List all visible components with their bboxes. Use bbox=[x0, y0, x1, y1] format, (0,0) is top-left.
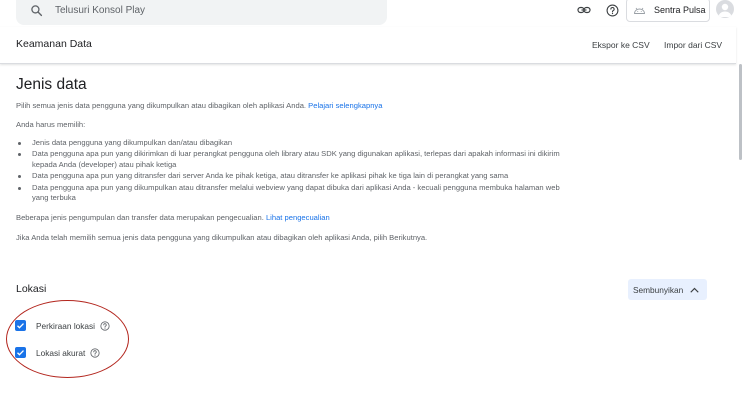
export-csv-button[interactable]: Ekspor ke CSV bbox=[592, 40, 650, 50]
intro-text: Pilih semua jenis data pengguna yang dik… bbox=[16, 101, 307, 110]
search-input[interactable]: Telusuri Konsol Play bbox=[55, 5, 145, 16]
chevron-up-icon bbox=[690, 287, 699, 293]
page-header: Keamanan Data Ekspor ke CSV Impor dari C… bbox=[0, 27, 736, 64]
help-icon[interactable] bbox=[605, 3, 619, 17]
hide-button-label: Sembunyikan bbox=[633, 284, 684, 295]
search-icon bbox=[31, 5, 43, 17]
main-content: Jenis data Pilih semua jenis data penggu… bbox=[16, 76, 576, 243]
link-icon[interactable] bbox=[577, 3, 591, 17]
next-instructions: Jika Anda telah memilih semua jenis data… bbox=[16, 233, 428, 243]
list-item: Data pengguna apa pun yang ditransfer da… bbox=[16, 171, 564, 181]
requirements-list: Jenis data pengguna yang dikumpulkan dan… bbox=[16, 138, 576, 203]
intro-paragraph: Pilih semua jenis data pengguna yang dik… bbox=[16, 100, 576, 111]
hide-section-button[interactable]: Sembunyikan bbox=[628, 279, 707, 300]
exceptions-text: Beberapa jenis pengumpulan dan transfer … bbox=[16, 213, 264, 223]
annotation-ellipse bbox=[6, 300, 129, 378]
search-bar[interactable]: Telusuri Konsol Play bbox=[16, 0, 387, 25]
import-csv-button[interactable]: Impor dari CSV bbox=[664, 40, 722, 50]
list-item: Jenis data pengguna yang dikumpulkan dan… bbox=[16, 138, 576, 148]
learn-more-link[interactable]: Pelajari selengkapnya bbox=[308, 101, 382, 110]
section-heading: Jenis data bbox=[16, 76, 87, 93]
list-item: Data pengguna apa pun yang dikumpulkan a… bbox=[16, 183, 564, 204]
android-icon bbox=[634, 7, 645, 14]
location-section-title: Lokasi bbox=[16, 283, 47, 295]
must-choose-text: Anda harus memilih: bbox=[16, 120, 86, 129]
developer-account-chip[interactable]: Sentra Pulsa bbox=[626, 0, 710, 22]
scrollbar[interactable] bbox=[739, 64, 742, 160]
account-icon bbox=[718, 3, 732, 17]
list-item: Data pengguna apa pun yang dikirimkan di… bbox=[16, 149, 564, 170]
exceptions-link[interactable]: Lihat pengecualian bbox=[266, 213, 330, 222]
page-title: Keamanan Data bbox=[16, 38, 92, 50]
avatar[interactable] bbox=[716, 0, 734, 18]
developer-name: Sentra Pulsa bbox=[654, 5, 706, 15]
top-bar: Telusuri Konsol Play Sentra Pulsa bbox=[0, 0, 743, 26]
exceptions-paragraph: Beberapa jenis pengumpulan dan transfer … bbox=[16, 212, 576, 223]
